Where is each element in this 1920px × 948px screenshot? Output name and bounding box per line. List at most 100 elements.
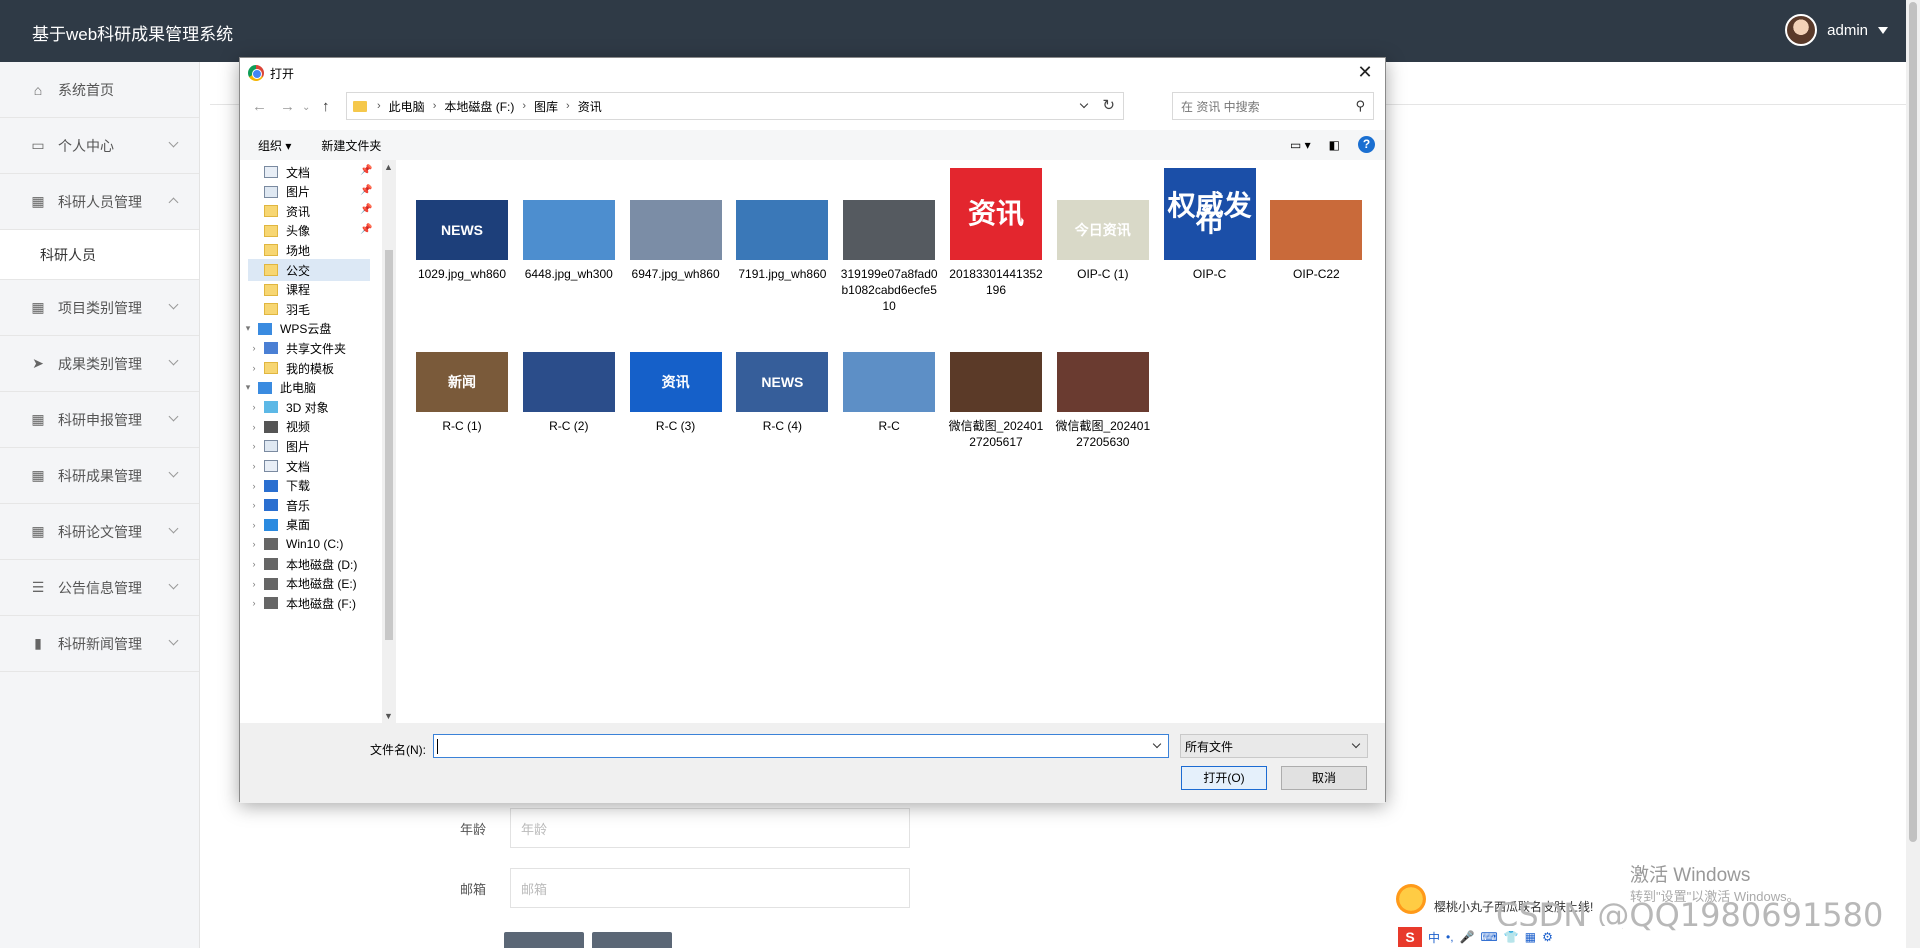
filename-input[interactable] xyxy=(433,734,1169,758)
file-item[interactable]: NEWS R-C (4) xyxy=(732,320,832,434)
breadcrumb-item[interactable]: 此电脑 xyxy=(389,98,425,115)
cancel-form-button[interactable] xyxy=(592,932,672,948)
forward-icon[interactable]: → xyxy=(280,98,295,115)
image-thumbnail[interactable]: NEWS xyxy=(416,200,508,260)
sidebar-item[interactable]: ▦ 科研论文管理 xyxy=(0,504,199,560)
image-thumbnail[interactable] xyxy=(1056,352,1149,412)
breadcrumb-item[interactable]: 本地磁盘 (F:) xyxy=(444,98,514,115)
sidebar-item[interactable]: ▦ 科研成果管理 xyxy=(0,448,199,504)
organize-button[interactable]: 组织 ▾ xyxy=(258,137,291,154)
tree-scrollbar-thumb[interactable] xyxy=(385,250,393,640)
caret-down-icon[interactable] xyxy=(1878,26,1888,34)
breadcrumb-item[interactable]: 资讯 xyxy=(578,98,602,115)
file-type-select[interactable]: 所有文件 xyxy=(1180,734,1368,758)
image-thumbnail[interactable] xyxy=(522,352,615,412)
sidebar-item[interactable]: ☰ 公告信息管理 xyxy=(0,560,199,616)
back-icon[interactable]: ← xyxy=(252,98,267,115)
expand-down-icon[interactable]: ▾ xyxy=(242,382,254,393)
image-thumbnail[interactable]: 权威发布 xyxy=(1163,168,1256,260)
settings-icon[interactable]: ⚙ xyxy=(1542,930,1553,944)
ime-toolbar[interactable]: S 中 •, 🎤 ⌨ 👕 ▦ ⚙ xyxy=(1396,926,1622,948)
sidebar-item[interactable]: ▭ 个人中心 xyxy=(0,118,199,174)
image-thumbnail[interactable] xyxy=(843,200,936,260)
file-item[interactable]: 6448.jpg_wh300 xyxy=(519,168,619,282)
close-icon[interactable]: ✕ xyxy=(1355,62,1375,82)
breadcrumb-separator-icon[interactable]: › xyxy=(566,100,570,112)
mic-icon[interactable]: 🎤 xyxy=(1460,930,1475,944)
image-thumbnail[interactable] xyxy=(1270,200,1363,260)
image-thumbnail[interactable]: 新闻 xyxy=(416,352,508,412)
refresh-icon[interactable]: ↻ xyxy=(1102,96,1115,114)
expand-right-icon[interactable]: › xyxy=(248,461,260,471)
chevron-down-icon[interactable] xyxy=(1152,739,1162,749)
file-item[interactable]: 微信截图_20240127205630 xyxy=(1053,320,1153,450)
scroll-up-icon[interactable]: ▲ xyxy=(384,162,393,172)
age-input[interactable]: 年龄 xyxy=(510,808,910,848)
punct-icon[interactable]: •, xyxy=(1446,930,1454,944)
expand-right-icon[interactable]: › xyxy=(248,539,260,549)
sidebar-item[interactable]: ➤ 成果类别管理 xyxy=(0,336,199,392)
sidebar-item[interactable]: ▦ 科研申报管理 xyxy=(0,392,199,448)
sidebar-item[interactable]: ▦ 科研人员管理 xyxy=(0,174,199,230)
file-item[interactable]: R-C xyxy=(839,320,939,434)
user-name[interactable]: admin xyxy=(1827,22,1868,39)
search-icon[interactable]: ⚲ xyxy=(1355,98,1365,114)
tree-scrollbar[interactable]: ▲ ▼ xyxy=(382,160,396,723)
tree-item[interactable]: › 本地磁盘 (F:) xyxy=(248,592,370,614)
page-scrollbar-thumb[interactable] xyxy=(1909,2,1917,842)
keyboard-icon[interactable]: ⌨ xyxy=(1481,930,1498,944)
sidebar-item[interactable]: ⌂ 系统首页 xyxy=(0,62,199,118)
file-item[interactable]: 今日资讯 OIP-C (1) xyxy=(1053,168,1153,282)
help-icon[interactable]: ? xyxy=(1358,136,1375,153)
image-thumbnail[interactable] xyxy=(843,352,936,412)
breadcrumb-separator-icon[interactable]: › xyxy=(522,100,526,112)
user-menu[interactable]: admin xyxy=(1785,14,1888,46)
file-item[interactable]: 6947.jpg_wh860 xyxy=(626,168,726,282)
ime-mode[interactable]: 中 xyxy=(1428,929,1440,946)
breadcrumb-separator-icon[interactable]: › xyxy=(433,100,437,112)
sidebar-item[interactable]: ▮ 科研新闻管理 xyxy=(0,616,199,672)
recent-chevron-icon[interactable]: ⌄ xyxy=(302,102,310,113)
avatar[interactable] xyxy=(1785,14,1818,46)
image-thumbnail[interactable] xyxy=(522,200,615,260)
image-thumbnail[interactable]: NEWS xyxy=(736,352,829,412)
expand-right-icon[interactable]: › xyxy=(248,441,260,451)
preview-pane-icon[interactable]: ◧ xyxy=(1329,138,1340,152)
expand-right-icon[interactable]: › xyxy=(248,500,260,510)
image-thumbnail[interactable]: 资讯 xyxy=(629,352,722,412)
file-item[interactable]: NEWS 1029.jpg_wh860 xyxy=(412,168,512,282)
file-item[interactable]: 7191.jpg_wh860 xyxy=(732,168,832,282)
email-input[interactable]: 邮箱 xyxy=(510,868,910,908)
file-item[interactable]: 微信截图_20240127205617 xyxy=(946,320,1046,450)
skin-icon[interactable]: 👕 xyxy=(1504,930,1519,944)
file-item[interactable]: OIP-C22 xyxy=(1266,168,1366,282)
file-item[interactable]: 319199e07a8fad0b1082cabd6ecfe510 xyxy=(839,168,939,314)
sogou-icon[interactable]: S xyxy=(1398,927,1422,947)
file-item[interactable]: 资讯 R-C (3) xyxy=(626,320,726,434)
view-options-icon[interactable]: ▭ ▾ xyxy=(1290,138,1311,152)
breadcrumb-separator-icon[interactable]: › xyxy=(377,100,381,112)
expand-right-icon[interactable]: › xyxy=(248,579,260,589)
submit-button[interactable] xyxy=(504,932,584,948)
expand-right-icon[interactable]: › xyxy=(248,402,260,412)
scroll-down-icon[interactable]: ▼ xyxy=(384,711,393,721)
breadcrumb-item[interactable]: 图库 xyxy=(534,98,558,115)
open-button[interactable]: 打开(O) xyxy=(1181,766,1267,790)
image-thumbnail[interactable] xyxy=(950,352,1042,412)
image-thumbnail[interactable] xyxy=(736,200,829,260)
expand-right-icon[interactable]: › xyxy=(248,363,260,373)
new-folder-button[interactable]: 新建文件夹 xyxy=(321,137,381,154)
search-input[interactable]: 在 资讯 中搜索 ⚲ xyxy=(1172,92,1374,120)
file-item[interactable]: R-C (2) xyxy=(519,320,619,434)
up-icon[interactable]: ↑ xyxy=(322,98,330,115)
expand-right-icon[interactable]: › xyxy=(248,520,260,530)
expand-right-icon[interactable]: › xyxy=(248,422,260,432)
expand-right-icon[interactable]: › xyxy=(248,559,260,569)
address-bar[interactable]: › 此电脑 › 本地磁盘 (F:) › 图库 › 资讯 ↻ xyxy=(346,92,1124,120)
cancel-button[interactable]: 取消 xyxy=(1281,766,1367,790)
file-item[interactable]: 权威发布 OIP-C xyxy=(1160,168,1260,282)
expand-down-icon[interactable]: ▾ xyxy=(242,323,254,334)
page-scrollbar[interactable] xyxy=(1906,0,1920,948)
chevron-down-icon[interactable] xyxy=(1351,739,1361,749)
submenu-item[interactable]: 科研人员 xyxy=(0,230,199,280)
